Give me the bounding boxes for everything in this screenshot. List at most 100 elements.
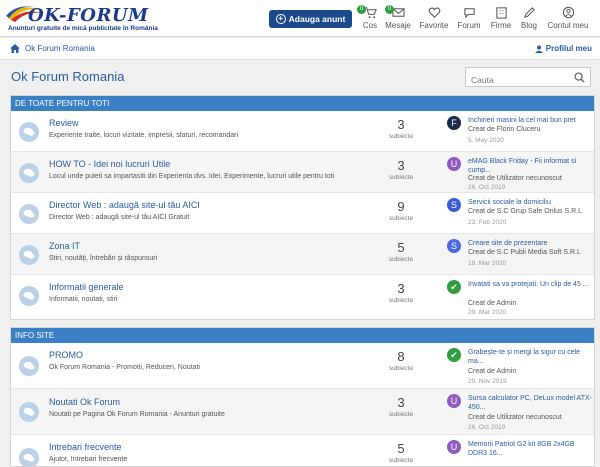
pencil-icon bbox=[523, 7, 535, 18]
nav-companies[interactable]: Firme bbox=[489, 6, 513, 34]
topic-count-label: subiecte bbox=[388, 365, 414, 372]
last-post-title[interactable]: Memorii Patriot G2 kit 8GB 2x4GB DDR3 16… bbox=[468, 440, 593, 458]
check-icon[interactable]: ✔ bbox=[447, 348, 461, 362]
forum-title[interactable]: Informatii generale bbox=[49, 282, 124, 292]
breadcrumb-bar: Ok Forum Romania Profilul meu bbox=[0, 38, 600, 60]
forum-row[interactable]: PROMO Ok Forum Romania - Promotii, Reduc… bbox=[11, 343, 594, 389]
search-input[interactable] bbox=[466, 71, 566, 89]
heart-icon bbox=[428, 7, 440, 18]
avatar[interactable]: S bbox=[447, 239, 461, 253]
chat-bubbles-icon bbox=[23, 250, 35, 259]
forum-title[interactable]: HOW TO - Idei noi lucruri Utile bbox=[49, 159, 170, 169]
forum-title[interactable]: Zona IT bbox=[49, 241, 80, 251]
forum-title[interactable]: Noutati Ok Forum bbox=[49, 397, 120, 407]
topic-count-value: 5 bbox=[397, 441, 405, 456]
last-post-author: Creat de Utilizator necunoscut bbox=[468, 414, 562, 421]
last-post-title[interactable]: Inchirieri masini la cel mai bun pret bbox=[468, 116, 593, 125]
topic-count: 3 subiecte bbox=[371, 281, 431, 304]
topic-count: 5 subiecte bbox=[371, 240, 431, 263]
chat-bubbles-icon bbox=[23, 453, 35, 462]
breadcrumb[interactable]: Ok Forum Romania bbox=[10, 44, 95, 53]
section-header[interactable]: INFO SITE bbox=[11, 328, 594, 343]
forum-icon bbox=[19, 122, 39, 142]
last-post-date: 23. Feb 2020 bbox=[468, 219, 507, 226]
breadcrumb-home-link[interactable]: Ok Forum Romania bbox=[25, 44, 95, 53]
avatar[interactable]: F bbox=[447, 116, 461, 130]
topic-count-value: 3 bbox=[397, 281, 405, 296]
last-post-date: 26. Oct 2019 bbox=[468, 184, 506, 191]
site-logo[interactable]: OK-FORUM Anunțuri gratuite de mică publi… bbox=[6, 4, 176, 34]
avatar[interactable]: S bbox=[447, 198, 461, 212]
forum-row[interactable]: Noutati Ok Forum Noutati pe Pagina Ok Fo… bbox=[11, 389, 594, 435]
profile-link[interactable]: Profilul meu bbox=[534, 44, 592, 53]
forum-description: Locul unde puteti sa impartasiti din Exp… bbox=[49, 173, 335, 180]
topic-count-label: subiecte bbox=[388, 133, 414, 140]
forum-row[interactable]: Intrebari frecvente Ajutor, Intrebari fr… bbox=[11, 435, 594, 466]
nav-my-account-label: Contul meu bbox=[547, 21, 589, 30]
chat-bubbles-icon bbox=[23, 361, 35, 370]
section-header[interactable]: DE TOATE PENTRU TOTI bbox=[11, 96, 594, 111]
forum-title[interactable]: Director Web : adaugă site-ul tău AICI bbox=[49, 200, 200, 210]
avatar[interactable]: U bbox=[447, 157, 461, 171]
topic-count: 3 subiecte bbox=[371, 158, 431, 181]
forum-row[interactable]: Director Web : adaugă site-ul tău AICI D… bbox=[11, 193, 594, 234]
nav-messages[interactable]: Mesaje 0 bbox=[385, 5, 411, 34]
forum-description: Stiri, noutăți, întrebări și răspunsuri bbox=[49, 255, 158, 262]
user-icon bbox=[534, 45, 543, 53]
search-box[interactable] bbox=[465, 67, 591, 89]
add-listing-button[interactable]: + Adauga anunt bbox=[269, 10, 352, 28]
chat-bubbles-icon bbox=[23, 407, 35, 416]
check-icon[interactable]: ✔ bbox=[447, 280, 461, 294]
avatar[interactable]: U bbox=[447, 440, 461, 454]
forum-icon bbox=[19, 448, 39, 466]
last-post-title[interactable]: Creare site de prezentare bbox=[468, 239, 593, 248]
forum-title[interactable]: Intrebari frecvente bbox=[49, 442, 122, 452]
last-post-title[interactable]: Grabește-te și mergi la sigur cu cele ma… bbox=[468, 348, 593, 366]
last-post-title[interactable]: Servicii sociale la domiciliu bbox=[468, 198, 593, 207]
search-icon[interactable] bbox=[574, 72, 585, 83]
last-post-date: 20. Nov 2019 bbox=[468, 378, 507, 385]
last-post-title[interactable]: Sursa calculator PC, DeLux model ATX-450… bbox=[468, 394, 593, 412]
nav-favorites-label: Favorite bbox=[419, 21, 449, 30]
forum-row[interactable]: HOW TO - Idei noi lucruri Utile Locul un… bbox=[11, 152, 594, 193]
last-post-date: 5. May 2020 bbox=[468, 137, 504, 144]
last-post-date: 29. Mar 2020 bbox=[468, 309, 507, 316]
topic-count: 3 subiecte bbox=[371, 395, 431, 418]
top-bar: OK-FORUM Anunțuri gratuite de mică publi… bbox=[0, 0, 600, 37]
topic-count: 8 subiecte bbox=[371, 349, 431, 372]
nav-favorites[interactable]: Favorite bbox=[418, 6, 450, 34]
forum-row[interactable]: Informatii generale Informatii, noutati,… bbox=[11, 275, 594, 319]
forum-title[interactable]: Review bbox=[49, 118, 79, 128]
last-post-title[interactable]: eMAG Black Friday - Fii informat si cump… bbox=[468, 157, 593, 175]
nav-forum[interactable]: Forum bbox=[456, 6, 482, 34]
topic-count-value: 5 bbox=[397, 240, 405, 255]
topic-count: 5 subiecte bbox=[371, 441, 431, 464]
add-listing-label: Adauga anunt bbox=[288, 14, 346, 24]
nav-cart[interactable]: Cos 0 bbox=[357, 5, 381, 34]
forum-section: INFO SITE PROMO Ok Forum Romania - Promo… bbox=[10, 327, 595, 467]
last-post-date: 18. Mar 2020 bbox=[468, 260, 507, 267]
nav-cart-label: Cos bbox=[362, 21, 378, 30]
last-post-title[interactable]: Invatati sa va protejati. Un clip de 45 … bbox=[468, 280, 593, 289]
last-post-author: Creat de Admin bbox=[468, 368, 517, 375]
forum-title[interactable]: PROMO bbox=[49, 350, 83, 360]
topic-count-label: subiecte bbox=[388, 215, 414, 222]
forum-icon bbox=[19, 286, 39, 306]
nav-companies-label: Firme bbox=[490, 21, 512, 30]
forum-description: Director Web : adaugă site-ul tău AICI G… bbox=[49, 214, 190, 221]
nav-blog-label: Blog bbox=[520, 21, 537, 30]
nav-blog[interactable]: Blog bbox=[518, 6, 540, 34]
chat-bubbles-icon bbox=[23, 127, 35, 136]
nav-forum-label: Forum bbox=[457, 21, 481, 30]
forum-description: Ok Forum Romania - Promotii, Reduceri, N… bbox=[49, 364, 200, 371]
avatar[interactable]: U bbox=[447, 394, 461, 408]
forum-row[interactable]: Review Experiente traite, locuri vizitat… bbox=[11, 111, 594, 152]
topic-count-label: subiecte bbox=[388, 174, 414, 181]
logo-tagline: Anunțuri gratuite de mică publicitate în… bbox=[8, 25, 158, 32]
forum-icon bbox=[19, 356, 39, 376]
topic-count-value: 8 bbox=[397, 349, 405, 364]
chat-bubbles-icon bbox=[23, 168, 35, 177]
chat-bubbles-icon bbox=[23, 209, 35, 218]
nav-my-account[interactable]: Contul meu bbox=[546, 6, 590, 34]
forum-row[interactable]: Zona IT Stiri, noutăți, întrebări și răs… bbox=[11, 234, 594, 275]
